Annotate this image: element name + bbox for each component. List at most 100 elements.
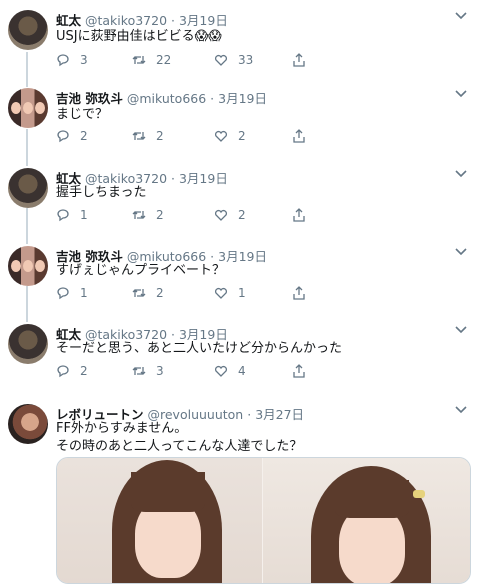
reply-count: 1 xyxy=(80,208,88,222)
tweet-actions: 1 2 2 xyxy=(56,207,316,223)
reply-icon xyxy=(57,54,69,67)
chevron-down-icon[interactable] xyxy=(454,405,468,415)
avatar[interactable] xyxy=(8,404,48,444)
avatar[interactable] xyxy=(8,168,48,208)
tweet-actions: 2 2 2 xyxy=(56,128,316,144)
tweet-actions: 1 2 1 xyxy=(56,285,316,301)
tweet-date[interactable]: 3月19日 xyxy=(179,13,228,28)
heart-icon xyxy=(214,287,228,299)
reply-count: 1 xyxy=(80,286,88,300)
reply-button[interactable]: 3 xyxy=(56,52,88,68)
avatar[interactable] xyxy=(8,10,48,50)
like-count: 2 xyxy=(238,129,246,143)
tweet[interactable]: 虹太 @takiko3720 · 3月19日 USJに荻野由佳はビビる😱😱 3 … xyxy=(0,0,480,78)
tweet-header: 吉池 弥玖斗 @mikuto666 · 3月19日 xyxy=(56,88,267,107)
like-count: 1 xyxy=(238,286,246,300)
tweet[interactable]: 虹太 @takiko3720 · 3月19日 そーだと思う、あと二人いたけど分か… xyxy=(0,314,480,394)
tweet-text: すげぇじゃんプライベート？ xyxy=(56,263,226,278)
reply-button[interactable]: 1 xyxy=(56,285,88,301)
tweet-text: そーだと思う、あと二人いたけど分からんかった xyxy=(56,341,343,356)
chevron-down-icon[interactable] xyxy=(454,89,468,99)
share-icon xyxy=(293,364,305,378)
tweet-date[interactable]: 3月19日 xyxy=(179,171,228,186)
retweet-icon xyxy=(132,211,146,219)
share-icon xyxy=(293,208,305,222)
share-icon xyxy=(293,53,305,67)
heart-icon xyxy=(214,54,228,66)
retweet-button[interactable]: 2 xyxy=(132,128,164,144)
like-count: 33 xyxy=(238,53,254,67)
retweet-icon xyxy=(132,289,146,297)
tweet-date[interactable]: 3月19日 xyxy=(218,249,267,264)
tweet-text-line: FF外からすみません。 xyxy=(56,421,188,436)
chevron-down-icon[interactable] xyxy=(454,11,468,21)
like-button[interactable]: 33 xyxy=(214,52,253,68)
tweet-text: まじで？ xyxy=(56,107,109,122)
reply-icon xyxy=(57,287,69,300)
reply-icon xyxy=(57,365,69,378)
share-icon xyxy=(293,129,305,143)
retweet-button[interactable]: 2 xyxy=(132,207,164,223)
heart-icon xyxy=(214,209,228,221)
avatar[interactable] xyxy=(8,324,48,364)
like-button[interactable]: 4 xyxy=(214,363,246,379)
retweet-icon xyxy=(132,132,146,140)
user-handle[interactable]: @mikuto666 xyxy=(127,91,206,106)
avatar[interactable] xyxy=(8,88,48,128)
tweet-date[interactable]: 3月19日 xyxy=(218,91,267,106)
retweet-count: 3 xyxy=(156,364,164,378)
separator-dot: · xyxy=(171,13,175,28)
share-button[interactable] xyxy=(292,285,306,301)
reply-icon xyxy=(57,209,69,222)
reply-count: 3 xyxy=(80,53,88,67)
display-name[interactable]: 吉池 弥玖斗 xyxy=(56,91,123,106)
tweet[interactable]: 虹太 @takiko3720 · 3月19日 握手しちまった 1 2 2 xyxy=(0,158,480,236)
tweet-actions: 3 22 33 xyxy=(56,52,316,68)
tweet-text-line: その時のあと二人ってこんな人達でした？ xyxy=(56,439,303,454)
separator-dot: · xyxy=(247,407,252,422)
chevron-down-icon[interactable] xyxy=(454,325,468,335)
display-name[interactable]: 虹太 xyxy=(56,13,81,28)
share-icon xyxy=(293,286,305,300)
like-button[interactable]: 1 xyxy=(214,285,246,301)
like-button[interactable]: 2 xyxy=(214,207,246,223)
tweet-date[interactable]: 3月27日 xyxy=(255,407,304,422)
user-handle[interactable]: @takiko3720 xyxy=(85,13,167,28)
reply-count: 2 xyxy=(80,129,88,143)
chevron-down-icon[interactable] xyxy=(454,247,468,257)
tweet-actions: 2 3 4 xyxy=(56,363,316,379)
retweet-count: 2 xyxy=(156,208,164,222)
heart-icon xyxy=(214,365,228,377)
retweet-count: 2 xyxy=(156,129,164,143)
reply-button[interactable]: 2 xyxy=(56,128,88,144)
photo[interactable] xyxy=(263,458,470,583)
share-button[interactable] xyxy=(292,363,306,379)
heart-icon xyxy=(214,130,228,142)
avatar[interactable] xyxy=(8,246,48,286)
reply-button[interactable]: 1 xyxy=(56,207,88,223)
retweet-count: 2 xyxy=(156,286,164,300)
tweet[interactable]: 吉池 弥玖斗 @mikuto666 · 3月19日 まじで？ 2 2 2 xyxy=(0,78,480,158)
share-button[interactable] xyxy=(292,52,306,68)
like-button[interactable]: 2 xyxy=(214,128,246,144)
retweet-count: 22 xyxy=(156,53,172,67)
retweet-button[interactable]: 2 xyxy=(132,285,164,301)
retweet-button[interactable]: 3 xyxy=(132,363,164,379)
reply-button[interactable]: 2 xyxy=(56,363,88,379)
retweet-button[interactable]: 22 xyxy=(132,52,171,68)
like-count: 2 xyxy=(238,208,246,222)
reply-icon xyxy=(57,130,69,143)
share-button[interactable] xyxy=(292,207,306,223)
tweet-text: 握手しちまった xyxy=(56,185,147,200)
retweet-icon xyxy=(132,367,146,375)
share-button[interactable] xyxy=(292,128,306,144)
chevron-down-icon[interactable] xyxy=(454,169,468,179)
media-card[interactable] xyxy=(56,457,471,584)
tweet-text: USJに荻野由佳はビビる😱😱 xyxy=(56,29,222,44)
separator-dot: · xyxy=(210,91,215,106)
retweet-icon xyxy=(132,56,146,64)
photo[interactable] xyxy=(57,458,262,583)
reply-count: 2 xyxy=(80,364,88,378)
separator-dot: · xyxy=(171,171,175,186)
tweet[interactable]: 吉池 弥玖斗 @mikuto666 · 3月19日 すげぇじゃんプライベート？ … xyxy=(0,236,480,314)
